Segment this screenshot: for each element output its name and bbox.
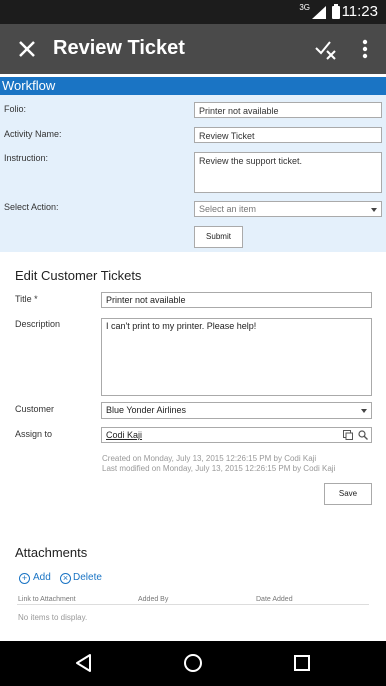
select-action-dropdown[interactable]: Select an item <box>194 201 382 217</box>
add-icon[interactable]: + <box>19 573 30 584</box>
divider <box>17 604 369 605</box>
attachments-title: Attachments <box>15 545 88 560</box>
back-icon[interactable] <box>74 653 94 673</box>
recents-icon[interactable] <box>292 653 312 673</box>
address-book-icon[interactable] <box>343 430 353 440</box>
edit-section-title: Edit Customer Tickets <box>15 268 142 283</box>
assignee-name[interactable]: Codi Kaji <box>106 430 142 440</box>
delete-icon[interactable]: × <box>60 573 71 584</box>
instruction-label: Instruction: <box>4 153 49 163</box>
overflow-menu-icon[interactable] <box>358 36 372 62</box>
chevron-down-icon <box>371 208 377 212</box>
page-title: Review Ticket <box>53 37 185 59</box>
close-icon[interactable] <box>14 36 40 62</box>
battery-icon <box>332 4 340 19</box>
add-attachment-link[interactable]: Add <box>33 572 51 583</box>
chevron-down-icon <box>361 409 367 413</box>
activity-name-field: Review Ticket <box>194 127 382 143</box>
complete-task-icon[interactable] <box>313 36 339 62</box>
instruction-field: Review the support ticket. <box>194 152 382 193</box>
home-icon[interactable] <box>183 653 203 673</box>
title-label: Title * <box>15 294 38 304</box>
column-header-date-added[interactable]: Date Added <box>256 596 293 603</box>
select-action-placeholder: Select an item <box>199 204 257 214</box>
customer-label: Customer <box>15 404 55 414</box>
app-bar: Review Ticket <box>0 24 386 74</box>
clock: 11:23 <box>341 3 378 20</box>
customer-dropdown[interactable]: Blue Yonder Airlines <box>101 402 372 419</box>
delete-attachment-link[interactable]: Delete <box>73 572 102 583</box>
modified-on-text: Last modified on Monday, July 13, 2015 1… <box>102 464 336 473</box>
folio-field: Printer not available <box>194 102 382 118</box>
signal-icon <box>312 6 326 19</box>
created-on-text: Created on Monday, July 13, 2015 12:26:1… <box>102 454 317 463</box>
description-input[interactable]: I can't print to my printer. Please help… <box>101 318 372 396</box>
select-action-label: Select Action: <box>4 202 59 212</box>
empty-message: No items to display. <box>18 613 88 622</box>
submit-button[interactable]: Submit <box>194 226 243 248</box>
folio-label: Folio: <box>4 104 27 114</box>
status-bar: 3G 11:23 <box>0 0 386 24</box>
activity-name-label: Activity Name: <box>4 129 62 139</box>
search-icon[interactable] <box>358 430 368 440</box>
network-type: 3G <box>299 3 310 12</box>
navigation-bar <box>0 641 386 686</box>
customer-value: Blue Yonder Airlines <box>106 405 187 415</box>
workflow-header: Workflow <box>0 77 386 95</box>
assign-to-input[interactable]: Codi Kaji <box>101 427 372 443</box>
description-label: Description <box>15 319 61 329</box>
title-input[interactable]: Printer not available <box>101 292 372 308</box>
column-header-link[interactable]: Link to Attachment <box>18 596 76 603</box>
assign-to-label: Assign to <box>15 429 53 439</box>
column-header-added-by[interactable]: Added By <box>138 596 168 603</box>
save-button[interactable]: Save <box>324 483 372 505</box>
